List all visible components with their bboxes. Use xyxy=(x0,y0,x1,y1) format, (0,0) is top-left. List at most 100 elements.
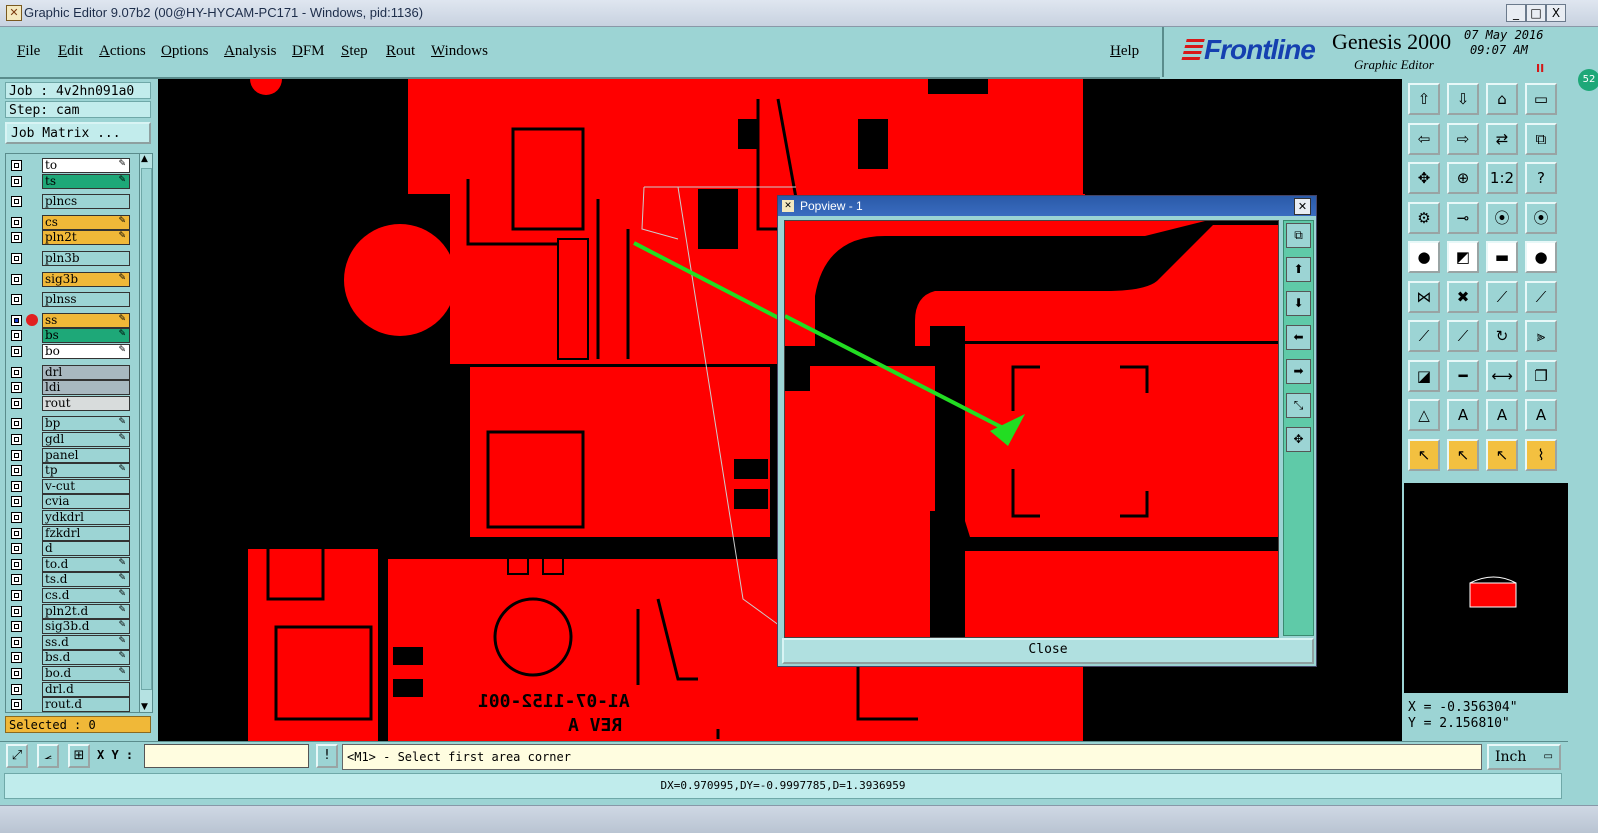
layer-row[interactable]: tp ✎ xyxy=(8,463,130,479)
layer-name[interactable]: bo.d xyxy=(42,666,130,681)
layer-checkbox[interactable] xyxy=(11,590,22,601)
move-left-icon[interactable]: ⇦ xyxy=(1408,122,1440,155)
traffic-red-icon[interactable]: ⦿ xyxy=(1525,201,1557,234)
traffic-icon[interactable]: ⦿ xyxy=(1486,201,1518,234)
copy-icon[interactable]: ❐ xyxy=(1525,359,1557,392)
layer-checkbox[interactable] xyxy=(11,480,22,492)
layer-row[interactable]: gdl ✎ xyxy=(8,432,130,447)
layer-row[interactable]: pln2t.d ✎ xyxy=(8,603,130,619)
layer-checkbox[interactable] xyxy=(11,527,22,539)
line-arrow-icon[interactable]: ⟋ xyxy=(1525,280,1557,313)
menu-analysis[interactable]: Analysis xyxy=(224,43,277,60)
line-icon[interactable]: ⟋ xyxy=(1408,320,1440,352)
layer-name[interactable]: gdl xyxy=(42,432,130,447)
layer-checkbox[interactable] xyxy=(11,465,22,477)
popview-title-bar[interactable]: ✕ Popview - 1 ✕ xyxy=(778,196,1316,216)
layer-checkbox[interactable] xyxy=(11,434,22,445)
popview-zoom-in-icon[interactable]: ✥ xyxy=(1286,427,1311,452)
popview-zoom-out-icon[interactable]: ⤡ xyxy=(1286,393,1311,418)
menu-actions[interactable]: Actions xyxy=(99,43,146,60)
layer-checkbox[interactable] xyxy=(11,366,22,378)
layer-checkbox[interactable] xyxy=(11,621,22,633)
xy-input[interactable] xyxy=(144,744,309,768)
layer-name[interactable]: d xyxy=(42,541,130,557)
layer-name[interactable]: ss.d xyxy=(42,634,130,650)
layer-row[interactable]: ydkdrl xyxy=(8,510,130,525)
layer-row[interactable]: pln3b xyxy=(8,251,130,266)
dash-icon[interactable]: ━ xyxy=(1447,359,1479,392)
ruler-h-icon[interactable]: ⟷ xyxy=(1486,359,1518,392)
popview-close-button[interactable]: Close xyxy=(782,638,1314,664)
layer-row[interactable]: panel xyxy=(8,447,130,463)
triangle-icon[interactable]: △ xyxy=(1408,399,1440,431)
pin-icon[interactable]: ⊸ xyxy=(1447,201,1479,234)
menu-rout[interactable]: Rout xyxy=(386,43,415,60)
layer-name[interactable]: bp xyxy=(42,416,130,432)
pad-icon[interactable]: ● xyxy=(1408,241,1440,273)
move-right-icon[interactable]: ⇨ xyxy=(1447,122,1479,155)
layer-checkbox[interactable] xyxy=(11,314,22,326)
layer-checkbox[interactable] xyxy=(11,668,22,679)
layer-name[interactable]: ydkdrl xyxy=(42,510,130,525)
window-icon[interactable]: ▭ xyxy=(1525,83,1557,115)
layer-checkbox[interactable] xyxy=(11,330,22,342)
popview-canvas[interactable] xyxy=(784,220,1279,638)
layer-name[interactable]: plncs xyxy=(42,194,130,210)
layer-row[interactable]: rout xyxy=(8,395,130,411)
swap-icon[interactable]: ⇄ xyxy=(1486,122,1518,155)
layer-checkbox[interactable] xyxy=(11,699,22,711)
pad-select-icon[interactable]: ◩ xyxy=(1447,241,1479,273)
popview-pan-left-icon[interactable]: ⬅ xyxy=(1286,325,1311,350)
popview-pan-up-icon[interactable]: ⬆ xyxy=(1286,257,1311,282)
layer-checkbox[interactable] xyxy=(11,346,22,357)
layer-name[interactable]: rout.d xyxy=(42,697,130,712)
layer-name[interactable]: bs xyxy=(42,328,130,344)
layer-checkbox[interactable] xyxy=(11,543,22,555)
menu-step[interactable]: Step xyxy=(341,43,368,60)
layer-name[interactable]: panel xyxy=(42,447,130,463)
layer-row[interactable]: bp ✎ xyxy=(8,416,130,432)
layer-row[interactable]: drl.d xyxy=(8,681,130,697)
layer-name[interactable]: drl xyxy=(42,364,130,380)
layer-row[interactable]: sig3b.d ✎ xyxy=(8,619,130,635)
ruler-icon[interactable]: ▬ xyxy=(1486,241,1518,273)
layer-checkbox[interactable] xyxy=(11,273,22,285)
popview-fit-icon[interactable]: ⧉ xyxy=(1286,223,1311,248)
layer-name[interactable]: bo xyxy=(42,344,130,359)
minimize-button[interactable]: _ xyxy=(1506,4,1526,22)
layer-row[interactable]: ts.d ✎ xyxy=(8,572,130,588)
layer-row[interactable]: ldi xyxy=(8,380,130,396)
layer-list-scrollbar[interactable]: ▲ ▼ xyxy=(139,153,153,713)
layer-row[interactable]: bo ✎ xyxy=(8,344,130,359)
layer-name[interactable]: bs.d xyxy=(42,650,130,666)
pair-icon[interactable]: ⫸ xyxy=(1525,320,1557,352)
layer-row[interactable]: plnss xyxy=(8,292,130,308)
close-button[interactable]: X xyxy=(1546,4,1566,22)
menu-help[interactable]: Help xyxy=(1110,43,1139,60)
pointer-circle-icon[interactable]: ↖ xyxy=(1486,438,1518,471)
popview-pan-down-icon[interactable]: ⬇ xyxy=(1286,291,1311,316)
layer-checkbox[interactable] xyxy=(11,449,22,461)
layer-name[interactable]: to xyxy=(42,158,130,173)
triangle-c-icon[interactable]: A xyxy=(1525,399,1557,431)
move-down-icon[interactable]: ⇩ xyxy=(1447,83,1479,115)
route-icon[interactable]: ⌇ xyxy=(1525,438,1557,471)
menu-options[interactable]: Options xyxy=(161,43,209,60)
snap-icon[interactable]: ⤢ xyxy=(6,744,28,768)
popview-close-x[interactable]: ✕ xyxy=(1294,198,1311,215)
layer-row[interactable]: cs ✎ xyxy=(8,214,130,230)
job-matrix-button[interactable]: Job Matrix ... xyxy=(5,122,151,144)
scroll-down-icon[interactable]: ▼ xyxy=(141,702,148,712)
layer-row[interactable]: plncs xyxy=(8,194,130,210)
layer-name[interactable]: sig3b.d xyxy=(42,619,130,635)
layer-checkbox[interactable] xyxy=(11,558,22,570)
side-badge[interactable]: 52 xyxy=(1578,69,1598,91)
layer-name[interactable]: tp xyxy=(42,463,130,479)
layer-checkbox[interactable] xyxy=(11,652,22,664)
units-dropdown[interactable]: Inch ▭ xyxy=(1487,744,1561,770)
pause-icon[interactable]: II xyxy=(1536,62,1544,75)
popview-pan-right-icon[interactable]: ➡ xyxy=(1286,359,1311,384)
layer-row[interactable]: to.d ✎ xyxy=(8,556,130,572)
layer-row[interactable]: pln2t ✎ xyxy=(8,230,130,246)
layer-name[interactable]: cs.d xyxy=(42,588,130,603)
